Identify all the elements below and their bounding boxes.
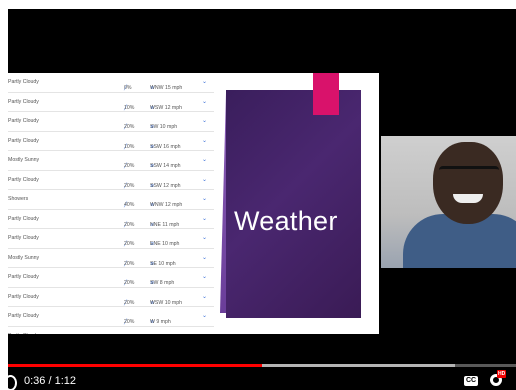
- chevron-down-icon: ⌄: [202, 79, 208, 85]
- forecast-row: Partly Cloudy ╱ 20% ≋ NNE 11 mph ⌄: [8, 210, 214, 229]
- forecast-row: Partly Cloudy ╱ 20% ≋ WSW 10 mph ⌄: [8, 288, 214, 307]
- precip-value: 20%: [124, 319, 135, 325]
- presenter-head: [433, 142, 503, 224]
- forecast-description: Partly Cloudy: [8, 333, 39, 335]
- forecast-row: Mostly Sunny ╱ 20% ≋ SSW 14 mph ⌄: [8, 151, 214, 171]
- chevron-down-icon: ⌄: [202, 274, 208, 280]
- wind-value: SSW 12 mph: [150, 182, 181, 189]
- chevron-down-icon: ⌄: [202, 118, 208, 124]
- forecast-row: Partly Cloudy ╱ 10% ≋ SSW 16 mph ⌄: [8, 132, 214, 151]
- precip-value: 20%: [124, 280, 135, 286]
- progress-buffered: [262, 364, 456, 367]
- forecast-description: Showers: [8, 196, 29, 202]
- forecast-row: Partly Cloudy ╱ 20% ≋ SW 10 mph ⌄: [8, 112, 214, 132]
- wind-value: SW 10 mph: [150, 124, 178, 130]
- chevron-down-icon: ⌄: [202, 176, 208, 183]
- precip-value: 20%: [124, 163, 135, 169]
- presenter-glasses: [439, 166, 499, 181]
- forecast-description: Partly Cloudy: [8, 176, 39, 183]
- precip-value: 20%: [124, 241, 135, 247]
- wind-value: NNE 11 mph: [150, 221, 180, 228]
- weather-forecast-table: Partly Cloudy ╱ 0% ≋ WNW 15 mph ⌄ Partly Cloud…: [8, 73, 214, 334]
- wind-value: SSW 16 mph: [150, 143, 181, 150]
- chevron-down-icon: ⌄: [202, 293, 208, 300]
- chevron-down-icon: ⌄: [202, 157, 208, 163]
- forecast-description: Partly Cloudy: [8, 274, 39, 280]
- precip-value: 40%: [124, 202, 135, 208]
- precip-value: 10%: [124, 104, 135, 111]
- forecast-description: Partly Cloudy: [8, 118, 39, 124]
- player-controls: 0:36 / 1:12 CC HD: [8, 370, 516, 390]
- forecast-row: Showers ╱ 40% ≋ WNW 12 mph ⌄: [8, 190, 214, 210]
- hd-badge: HD: [497, 370, 507, 378]
- chevron-down-icon: ⌄: [202, 196, 208, 202]
- chevron-down-icon: ⌄: [202, 235, 208, 241]
- chevron-down-icon: ⌄: [202, 254, 208, 261]
- webcam-overlay: [381, 136, 516, 268]
- forecast-description: Partly Cloudy: [8, 235, 39, 241]
- forecast-row: Partly Cloudy ╱ 20% ≋ ENE 10 mph ⌄: [8, 229, 214, 249]
- wind-value: W 9 mph: [150, 319, 171, 325]
- forecast-row: Partly Cloudy ╱ 0% ≋ WNW 15 mph ⌄: [8, 73, 214, 93]
- forecast-row: Partly Cloudy╱20%≋SW 11 mph⌄: [8, 327, 214, 335]
- wind-value: SE 10 mph: [150, 260, 176, 267]
- wind-value: WSW 12 mph: [150, 104, 182, 111]
- captions-button[interactable]: CC: [464, 376, 478, 386]
- forecast-description: Mostly Sunny: [8, 254, 40, 261]
- forecast-description: Partly Cloudy: [8, 293, 39, 300]
- wind-value: ENE 10 mph: [150, 241, 180, 247]
- presenter-smile: [453, 194, 483, 203]
- wind-value: SSW 14 mph: [150, 163, 181, 169]
- forecast-description: Partly Cloudy: [8, 313, 39, 319]
- forecast-description: Partly Cloudy: [8, 79, 39, 85]
- precip-value: 10%: [124, 143, 135, 150]
- precip-value: 20%: [124, 299, 135, 306]
- wind-value: WNW 15 mph: [150, 85, 183, 91]
- chevron-down-icon: ⌄: [202, 137, 208, 144]
- progress-bar[interactable]: [8, 364, 516, 367]
- chevron-down-icon: ⌄: [202, 215, 208, 222]
- precip-value: 20%: [124, 221, 135, 228]
- precip-value: 20%: [124, 182, 135, 189]
- wind-value: WSW 10 mph: [150, 299, 182, 306]
- wind-value: WNW 12 mph: [150, 202, 183, 208]
- presentation-slide: Partly Cloudy ╱ 0% ≋ WNW 15 mph ⌄ Partly Cloud…: [8, 73, 379, 334]
- forecast-description: Mostly Sunny: [8, 157, 40, 163]
- forecast-row: Partly Cloudy ╱ 20% ≋ SW 8 mph ⌄: [8, 268, 214, 288]
- chevron-down-icon: ⌄: [202, 313, 208, 319]
- forecast-description: Partly Cloudy: [8, 137, 39, 144]
- forecast-row: Mostly Sunny ╱ 20% ≋ SE 10 mph ⌄: [8, 249, 214, 268]
- forecast-description: Partly Cloudy: [8, 215, 39, 222]
- precip-value: 20%: [124, 124, 135, 130]
- forecast-row: Partly Cloudy ╱ 10% ≋ WSW 12 mph ⌄: [8, 93, 214, 112]
- precip-value: 20%: [124, 260, 135, 267]
- progress-played: [8, 364, 262, 367]
- time-display: 0:36 / 1:12: [24, 375, 76, 387]
- precip-value: 0%: [124, 85, 132, 91]
- chevron-down-icon: ⌄: [202, 98, 208, 105]
- slide-title-panel: [226, 90, 361, 318]
- forecast-description: Partly Cloudy: [8, 98, 39, 105]
- slide-title: Weather: [234, 206, 338, 236]
- forecast-row: Partly Cloudy ╱ 20% ≋ W 9 mph ⌄: [8, 307, 214, 327]
- wind-value: SW 8 mph: [150, 280, 175, 286]
- video-player[interactable]: Partly Cloudy ╱ 0% ≋ WNW 15 mph ⌄ Partly Cloud…: [8, 9, 516, 390]
- chevron-down-icon: ⌄: [202, 332, 207, 335]
- forecast-row: Partly Cloudy ╱ 20% ≋ SSW 12 mph ⌄: [8, 171, 214, 190]
- slide-accent-bar: [313, 73, 339, 115]
- replay-icon[interactable]: [8, 375, 17, 390]
